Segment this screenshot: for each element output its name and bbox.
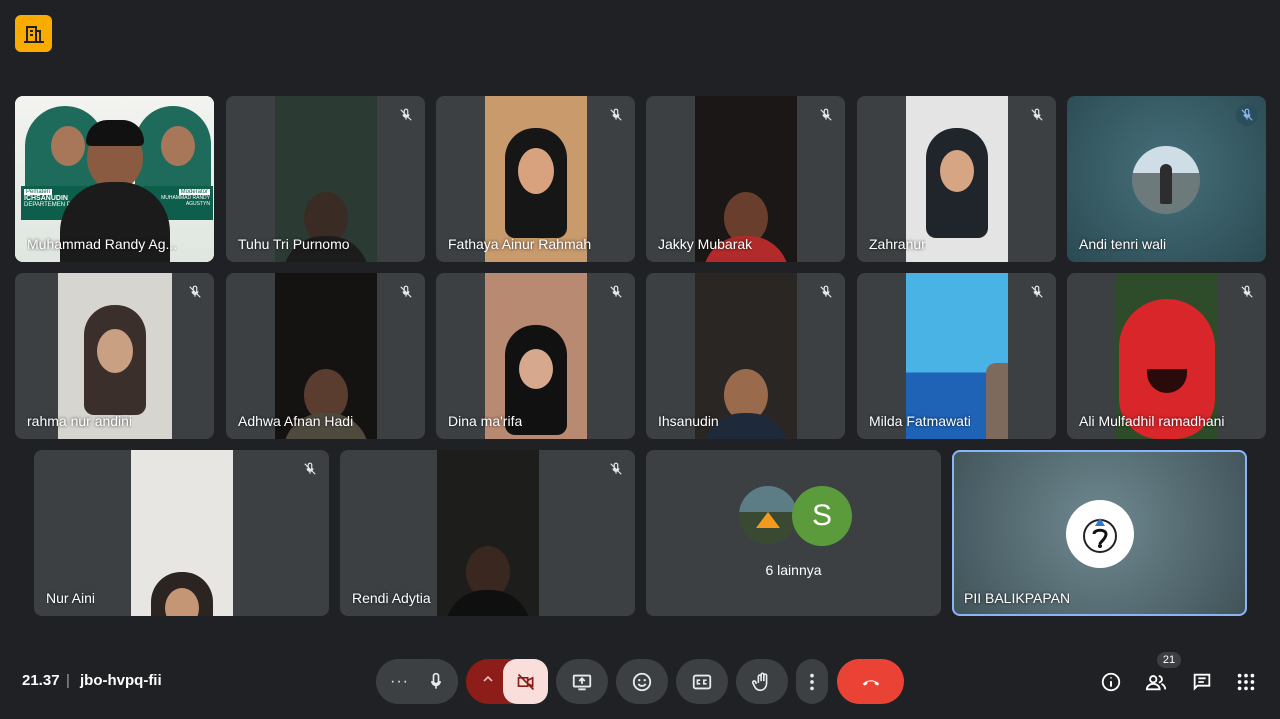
overflow-tile[interactable]: S 6 lainnya	[646, 450, 941, 616]
people-icon	[1145, 675, 1167, 691]
mic-off-icon	[605, 104, 627, 126]
presenter-avatar	[1066, 500, 1134, 568]
overflow-label: 6 lainnya	[765, 562, 822, 578]
participant-tile[interactable]: Fathaya Ainur Rahmah	[436, 96, 635, 262]
mic-off-icon	[815, 104, 837, 126]
organization-logo-icon	[1083, 518, 1117, 553]
avatar	[1132, 146, 1200, 214]
chevron-up-icon	[480, 671, 496, 692]
mic-off-icon	[605, 281, 627, 303]
participant-name: Tuhu Tri Purnomo	[238, 236, 350, 252]
mic-off-icon	[605, 458, 627, 480]
participant-tile[interactable]: Ali Mulfadhil ramadhani	[1067, 273, 1266, 439]
apps-grid-icon	[1237, 673, 1255, 691]
hang-up-icon	[862, 679, 879, 686]
mic-off-icon	[1236, 104, 1258, 126]
mic-off-icon	[1026, 104, 1048, 126]
participant-name: Ihsanudin	[658, 413, 719, 429]
participant-name: Fathaya Ainur Rahmah	[448, 236, 592, 252]
participant-tile[interactable]: Adhwa Afnan Hadi	[226, 273, 425, 439]
presenter-name: PII BALIKPAPAN	[964, 590, 1071, 606]
presenter-tile[interactable]: PII BALIKPAPAN	[952, 450, 1247, 616]
emoji-icon	[632, 672, 652, 691]
chat-icon	[1193, 673, 1211, 691]
participant-name: Rendi Adytia	[352, 590, 431, 606]
video-feed	[436, 450, 539, 616]
more-options-button[interactable]	[796, 659, 828, 704]
participant-tile[interactable]: Dina ma'rifa	[436, 273, 635, 439]
participant-name: Jakky Mubarak	[658, 236, 753, 252]
hand-icon	[752, 672, 768, 691]
captions-button[interactable]	[676, 659, 728, 704]
meeting-info-button[interactable]	[1099, 670, 1123, 694]
meeting-logo	[15, 15, 52, 52]
participant-name: Muhammad Randy Ag...	[27, 236, 178, 252]
avatar	[739, 486, 797, 544]
participant-name: Milda Fatmawati	[869, 413, 971, 429]
mic-off-icon	[184, 281, 206, 303]
mic-off-icon	[299, 458, 321, 480]
mic-off-icon	[1236, 281, 1258, 303]
participant-name: Adhwa Afnan Hadi	[238, 413, 354, 429]
participant-name: Andi tenri wali	[1079, 236, 1167, 252]
raise-hand-button[interactable]	[736, 659, 788, 704]
participant-tile[interactable]: rahma nur andini	[15, 273, 214, 439]
participant-tile[interactable]: Milda Fatmawati	[857, 273, 1056, 439]
camera-settings-button[interactable]	[466, 659, 548, 704]
participant-name: Ali Mulfadhil ramadhani	[1079, 413, 1225, 429]
more-dots-icon: ···	[390, 672, 409, 690]
footer-separator: |	[66, 672, 70, 689]
avatar: S	[792, 486, 852, 546]
participant-tile[interactable]: Jakky Mubarak	[646, 96, 845, 262]
mic-off-icon	[395, 281, 417, 303]
participant-tile[interactable]: Nur Aini	[34, 450, 329, 616]
info-icon	[1101, 672, 1121, 692]
participant-name: Nur Aini	[46, 590, 96, 606]
participant-tile[interactable]: Ihsanudin	[646, 273, 845, 439]
video-feed	[130, 450, 233, 616]
participant-name: Zahranur	[869, 236, 926, 252]
mic-off-icon	[815, 281, 837, 303]
meeting-time: 21.37	[22, 672, 60, 689]
leave-call-button[interactable]	[837, 659, 904, 704]
participant-tile[interactable]: Rendi Adytia	[340, 450, 635, 616]
participant-name: rahma nur andini	[27, 413, 133, 429]
participant-name: Dina ma'rifa	[448, 413, 523, 429]
more-vert-icon	[810, 673, 814, 690]
meeting-code: jbo-hvpq-fii	[80, 672, 162, 689]
present-screen-button[interactable]	[556, 659, 608, 704]
people-button[interactable]	[1144, 670, 1168, 694]
camera-off-icon	[503, 659, 548, 704]
activities-button[interactable]	[1234, 670, 1258, 694]
mic-off-icon	[395, 104, 417, 126]
building-icon	[23, 25, 44, 43]
mic-off-icon	[1026, 281, 1048, 303]
participant-count-badge: 21	[1157, 652, 1181, 668]
participant-tile[interactable]: Zahranur	[857, 96, 1056, 262]
captions-icon	[692, 674, 712, 689]
chat-button[interactable]	[1190, 670, 1214, 694]
participant-tile[interactable]: Tuhu Tri Purnomo	[226, 96, 425, 262]
participant-tile[interactable]: Pemateri ICHSANUDIN DEPARTEMEN PPA Moder…	[15, 96, 214, 262]
microphone-icon	[413, 659, 458, 704]
audio-settings-button[interactable]: ···	[376, 659, 458, 704]
participant-tile[interactable]: Andi tenri wali	[1067, 96, 1266, 262]
present-screen-icon	[572, 674, 592, 690]
reactions-button[interactable]	[616, 659, 668, 704]
